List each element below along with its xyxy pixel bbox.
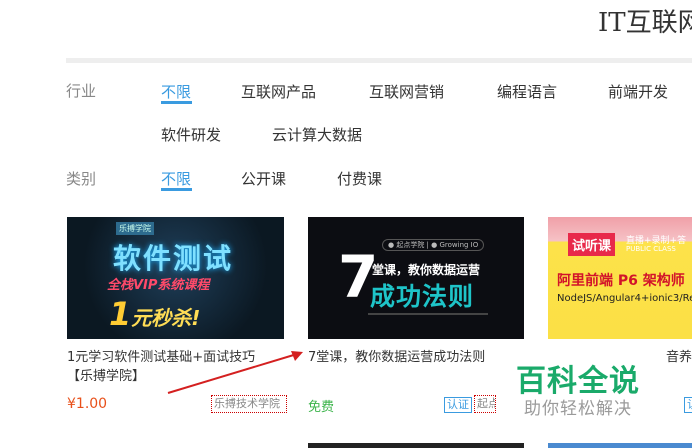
watermark-subtitle: 助你轻松解决 bbox=[524, 399, 632, 419]
next-row-thumbnail[interactable] bbox=[308, 443, 524, 448]
annotation-arrow-line bbox=[167, 353, 298, 394]
next-row-thumbnail[interactable] bbox=[548, 443, 692, 448]
